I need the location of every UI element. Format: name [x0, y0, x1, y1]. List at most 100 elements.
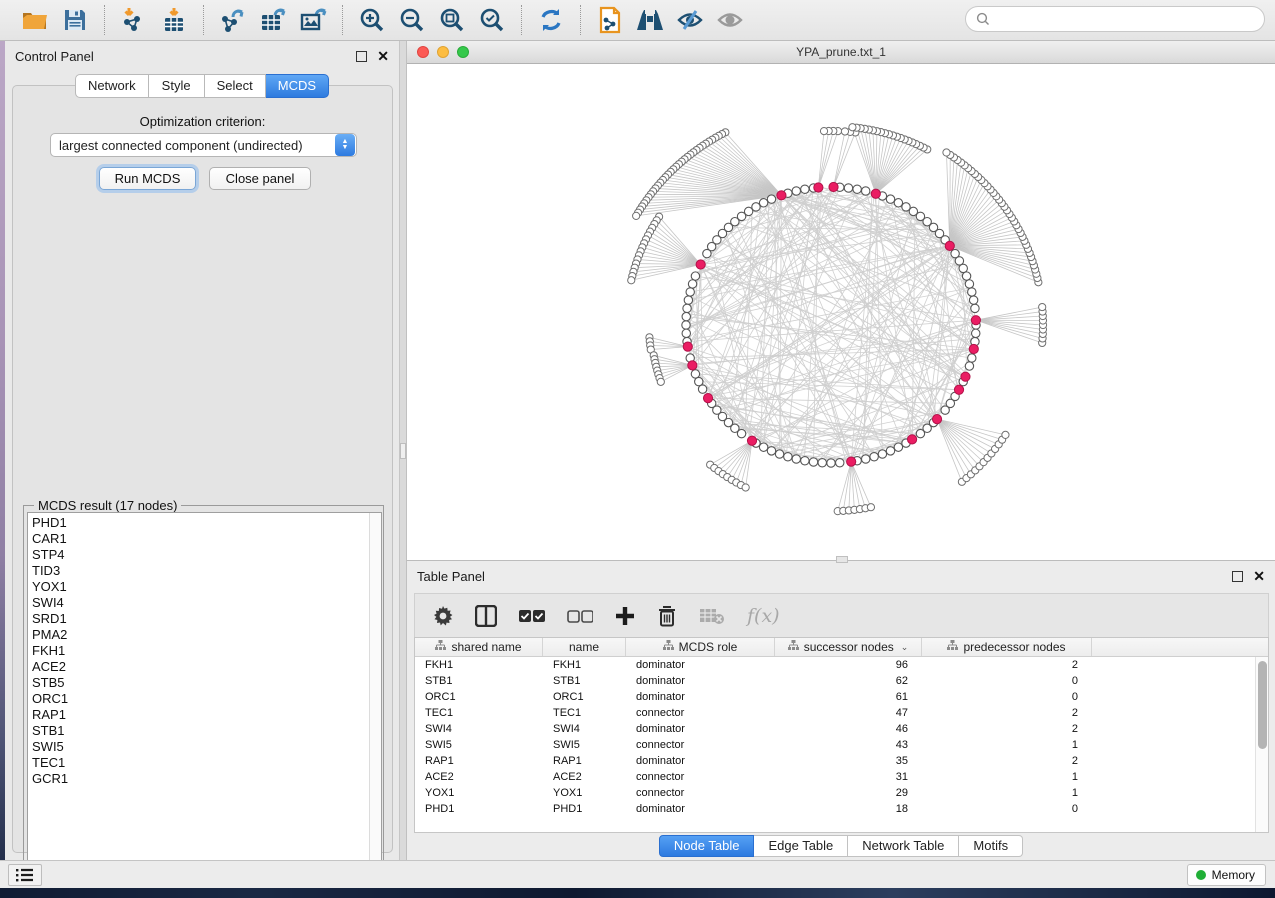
mcds-result-list[interactable]: PHD1CAR1STP4TID3YOX1SWI4SRD1PMA2FKH1ACE2… — [27, 512, 382, 874]
zoom-out-icon[interactable] — [395, 4, 429, 36]
tab-network[interactable]: Network — [75, 74, 149, 98]
open-folder-icon[interactable] — [18, 4, 52, 36]
cell-MCDS-role: dominator — [626, 803, 775, 815]
add-column-icon[interactable] — [615, 603, 635, 629]
table-panel-title: Table Panel — [417, 569, 485, 584]
table-options-gear-icon[interactable] — [433, 603, 453, 629]
task-history-button[interactable] — [8, 864, 42, 886]
zoom-selected-icon[interactable] — [475, 4, 509, 36]
scrollbar-thumb[interactable] — [1258, 661, 1267, 749]
node-table-scrollbar[interactable] — [1255, 657, 1268, 832]
search-field[interactable] — [965, 6, 1265, 32]
table-row[interactable]: PHD1PHD1dominator180 — [415, 801, 1255, 817]
mcds-result-item[interactable]: PMA2 — [32, 627, 381, 643]
binoculars-icon[interactable] — [633, 4, 667, 36]
cell-successor-nodes: 35 — [775, 755, 922, 767]
table-row[interactable]: SWI4SWI4dominator462 — [415, 721, 1255, 737]
tab-select[interactable]: Select — [205, 74, 266, 98]
mcds-result-item[interactable]: FKH1 — [32, 643, 381, 659]
column-header-successor-nodes[interactable]: successor nodes⌄ — [775, 638, 922, 656]
tab-style[interactable]: Style — [149, 74, 205, 98]
cell-MCDS-role: dominator — [626, 659, 775, 671]
float-panel-icon[interactable] — [356, 51, 367, 62]
memory-button[interactable]: Memory — [1187, 864, 1266, 886]
mcds-result-item[interactable]: STB5 — [32, 675, 381, 691]
mcds-result-item[interactable]: TID3 — [32, 563, 381, 579]
refresh-icon[interactable] — [534, 4, 568, 36]
cell-successor-nodes: 62 — [775, 675, 922, 687]
mcds-list-scrollbar[interactable] — [369, 513, 381, 873]
toolbar-separator — [342, 5, 343, 35]
mcds-result-item[interactable]: CAR1 — [32, 531, 381, 547]
hide-graphics-eye-icon[interactable] — [673, 4, 707, 36]
tab-edge-table[interactable]: Edge Table — [754, 835, 848, 857]
mcds-result-item[interactable]: SWI5 — [32, 739, 381, 755]
horizontal-splitter-handle[interactable] — [836, 556, 848, 563]
table-row[interactable]: STB1STB1dominator620 — [415, 673, 1255, 689]
mcds-result-item[interactable]: ACE2 — [32, 659, 381, 675]
delete-column-icon[interactable] — [657, 603, 677, 629]
column-header-predecessor-nodes[interactable]: predecessor nodes — [922, 638, 1092, 656]
cell-MCDS-role: dominator — [626, 755, 775, 767]
network-canvas[interactable] — [407, 64, 1275, 560]
column-header-filler — [1092, 638, 1268, 656]
table-row[interactable]: FKH1FKH1dominator962 — [415, 657, 1255, 673]
control-panel-titlebar: Control Panel ✕ — [5, 41, 399, 71]
mcds-result-item[interactable]: SRD1 — [32, 611, 381, 627]
cell-shared-name: ACE2 — [415, 771, 543, 783]
export-table-icon[interactable] — [256, 4, 290, 36]
zoom-in-icon[interactable] — [355, 4, 389, 36]
tab-mcds[interactable]: MCDS — [266, 74, 329, 98]
import-network-icon[interactable] — [117, 4, 151, 36]
cell-successor-nodes: 29 — [775, 787, 922, 799]
column-header-name[interactable]: name — [543, 638, 626, 656]
search-input[interactable] — [996, 12, 1254, 26]
tab-network-table[interactable]: Network Table — [848, 835, 959, 857]
save-icon[interactable] — [58, 4, 92, 36]
table-row[interactable]: YOX1YOX1connector291 — [415, 785, 1255, 801]
criterion-select[interactable]: largest connected component (undirected)… — [50, 133, 357, 157]
tab-node-table[interactable]: Node Table — [659, 835, 755, 857]
mcds-result-item[interactable]: ORC1 — [32, 691, 381, 707]
table-toolbar: f(x) — [414, 593, 1269, 637]
mcds-result-item[interactable]: PHD1 — [32, 515, 381, 531]
close-panel-icon[interactable]: ✕ — [377, 51, 389, 62]
close-panel-button[interactable]: Close panel — [209, 167, 311, 190]
import-table-icon[interactable] — [157, 4, 191, 36]
share-document-icon[interactable] — [593, 4, 627, 36]
mcds-result-item[interactable]: STB1 — [32, 723, 381, 739]
float-table-panel-icon[interactable] — [1232, 571, 1243, 582]
table-row[interactable]: SWI5SWI5connector431 — [415, 737, 1255, 753]
select-all-checkboxes-icon[interactable] — [519, 603, 545, 629]
network-window-titlebar[interactable]: YPA_prune.txt_1 — [407, 41, 1275, 64]
mcds-result-item[interactable]: SWI4 — [32, 595, 381, 611]
table-row[interactable]: RAP1RAP1dominator352 — [415, 753, 1255, 769]
column-selector-icon[interactable] — [475, 603, 497, 629]
close-table-panel-icon[interactable]: ✕ — [1253, 571, 1265, 582]
toolbar-separator — [104, 5, 105, 35]
tab-motifs[interactable]: Motifs — [959, 835, 1023, 857]
select-stepper-icon: ▲▼ — [335, 134, 355, 156]
run-mcds-button[interactable]: Run MCDS — [99, 167, 196, 190]
network-graph[interactable] — [407, 64, 1275, 560]
table-row[interactable]: ACE2ACE2connector311 — [415, 769, 1255, 785]
cell-name: PHD1 — [543, 803, 626, 815]
mcds-result-item[interactable]: YOX1 — [32, 579, 381, 595]
table-row[interactable]: ORC1ORC1dominator610 — [415, 689, 1255, 705]
table-row[interactable]: TEC1TEC1connector472 — [415, 705, 1255, 721]
mcds-result-item[interactable]: GCR1 — [32, 771, 381, 787]
export-image-icon[interactable] — [296, 4, 330, 36]
mcds-result-item[interactable]: STP4 — [32, 547, 381, 563]
column-header-shared-name[interactable]: shared name — [415, 638, 543, 656]
mcds-result-item[interactable]: RAP1 — [32, 707, 381, 723]
column-header-MCDS-role[interactable]: MCDS role — [626, 638, 775, 656]
deselect-all-checkboxes-icon[interactable] — [567, 603, 593, 629]
mcds-result-title: MCDS result (17 nodes) — [34, 498, 181, 513]
cell-successor-nodes: 18 — [775, 803, 922, 815]
list-icon — [16, 868, 34, 882]
mcds-result-item[interactable]: TEC1 — [32, 755, 381, 771]
export-network-icon[interactable] — [216, 4, 250, 36]
zoom-fit-icon[interactable] — [435, 4, 469, 36]
cell-name: SWI5 — [543, 739, 626, 751]
criterion-select-value: largest connected component (undirected) — [51, 138, 335, 153]
